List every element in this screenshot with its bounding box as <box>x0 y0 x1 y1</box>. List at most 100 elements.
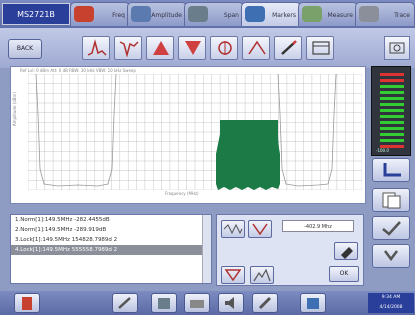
tab-label: Span <box>223 12 239 19</box>
marker-list[interactable]: 1.Norm[1]:149.5MHz -282.4455dB 2.Norm[1]… <box>10 214 212 284</box>
door-icon <box>22 297 32 310</box>
meter-segment <box>380 121 404 124</box>
peak-icon <box>87 39 107 56</box>
back-button[interactable]: BACK <box>8 39 42 59</box>
save-button[interactable] <box>112 293 138 313</box>
meter-segment <box>380 127 404 130</box>
x-axis-label: Frequency (MHz) <box>165 191 199 196</box>
marker-down-button[interactable] <box>178 36 206 60</box>
marker-list-scrollbar[interactable] <box>202 215 211 283</box>
sound-button[interactable] <box>218 293 244 313</box>
meter-segment <box>380 97 404 100</box>
level-meter <box>371 66 411 156</box>
wrench-icon <box>359 6 379 22</box>
return-arrow-icon <box>383 163 401 177</box>
clock-time: 9:34 AM <box>381 295 401 300</box>
marker-peak-button[interactable] <box>250 266 274 284</box>
peak-button[interactable] <box>82 36 110 60</box>
speaker-icon <box>225 297 234 309</box>
window-button[interactable] <box>306 36 334 60</box>
clock: 9:34 AM 4/14/2008 <box>368 293 414 313</box>
tab-label: Freq <box>112 12 125 19</box>
peak-marker-icon <box>253 268 271 282</box>
book-icon <box>307 298 319 309</box>
meter-segment <box>380 109 404 112</box>
wrench-icon <box>258 296 272 310</box>
center-icon <box>218 41 232 55</box>
pencil-icon <box>118 297 131 309</box>
valley-button[interactable] <box>114 36 142 60</box>
tab-label: Amplitude <box>151 12 182 19</box>
checkmark-icon <box>382 221 401 236</box>
marker-down-icon <box>185 41 201 55</box>
meter-segment <box>380 73 404 76</box>
tab-label: Markers <box>272 12 296 19</box>
marker-frequency-field[interactable]: -402.9 Mhz <box>282 220 354 232</box>
map-icon <box>302 6 322 22</box>
toolbar <box>0 28 415 68</box>
exit-button[interactable] <box>14 293 40 313</box>
marker-row-selected[interactable]: 4.Lock[1]:149.5MHz 555558.7989d 2 <box>11 245 211 255</box>
print-button[interactable] <box>184 293 210 313</box>
check-button[interactable] <box>372 216 410 240</box>
tab-measure[interactable]: Measure <box>298 2 358 26</box>
window-icon <box>312 41 330 55</box>
meter-segment <box>380 85 404 88</box>
tab-markers[interactable]: Markers <box>241 2 301 26</box>
meter-segment <box>380 91 404 94</box>
spectrum-plot[interactable] <box>28 74 362 190</box>
scroll-button[interactable] <box>372 244 410 268</box>
delta-button[interactable] <box>242 36 270 60</box>
marker-mode-button[interactable] <box>221 220 245 238</box>
tab-amplitude[interactable]: Amplitude <box>127 2 187 26</box>
tab-trace[interactable]: Trace <box>355 2 415 26</box>
marker-row[interactable]: 3.Lock[1]:149.5MHz 154828.7989d 2 <box>11 235 211 245</box>
help-button[interactable] <box>300 293 326 313</box>
printer-icon <box>190 300 204 308</box>
waveform-icon <box>223 223 243 235</box>
meter-value: -100.0 <box>376 148 389 153</box>
tools-button[interactable] <box>252 293 278 313</box>
trace-line <box>35 74 117 187</box>
center-button[interactable] <box>210 36 238 60</box>
delta-icon <box>248 40 266 55</box>
spectrum-header: Ref Lvl: 0 dBm Att: 0 dB RBW: 30 kHz VBW… <box>20 68 136 73</box>
valley-icon <box>119 41 139 57</box>
copy-icon <box>382 192 401 209</box>
marker-row[interactable]: 1.Norm[1]:149.5MHz -282.4455dB <box>11 215 211 225</box>
edit-button[interactable] <box>274 36 302 60</box>
signal-band <box>216 120 280 190</box>
y-axis-label: Amplitude (dBm) <box>12 92 17 127</box>
camera-icon <box>389 42 405 54</box>
marker-type-button[interactable] <box>248 220 272 238</box>
return-button[interactable] <box>372 158 410 182</box>
meter-segment <box>380 79 404 82</box>
tab-span[interactable]: Span <box>184 2 244 26</box>
screenshot-button[interactable] <box>384 36 410 60</box>
delta-marker-icon <box>224 269 242 282</box>
marker-v-icon <box>252 223 268 236</box>
meter-segment <box>380 103 404 106</box>
pencil-icon <box>281 40 297 55</box>
marker-up-icon <box>153 41 169 55</box>
eraser-icon <box>341 247 353 259</box>
arrow-icon <box>384 250 398 262</box>
marker-row[interactable]: 2.Norm[1]:149.5MHz -289.919dB <box>11 225 211 235</box>
tab-label: Measure <box>327 12 354 19</box>
disk-icon <box>158 298 170 309</box>
probe-icon <box>188 6 208 22</box>
app-title: MS2721B <box>2 3 70 25</box>
spiral-icon <box>245 6 265 22</box>
ok-button[interactable]: OK <box>329 266 359 282</box>
recall-button[interactable] <box>151 293 177 313</box>
plot-grid <box>28 74 362 190</box>
tab-freq[interactable]: Freq <box>70 2 130 26</box>
tab-label: Trace <box>394 12 410 19</box>
meter-segment <box>380 115 404 118</box>
satellite-icon <box>131 6 151 22</box>
marker-delta-button[interactable] <box>221 266 245 284</box>
eraser-button[interactable] <box>334 242 358 260</box>
marker-up-button[interactable] <box>146 36 174 60</box>
antenna-icon <box>74 6 94 22</box>
copy-button[interactable] <box>372 188 410 212</box>
